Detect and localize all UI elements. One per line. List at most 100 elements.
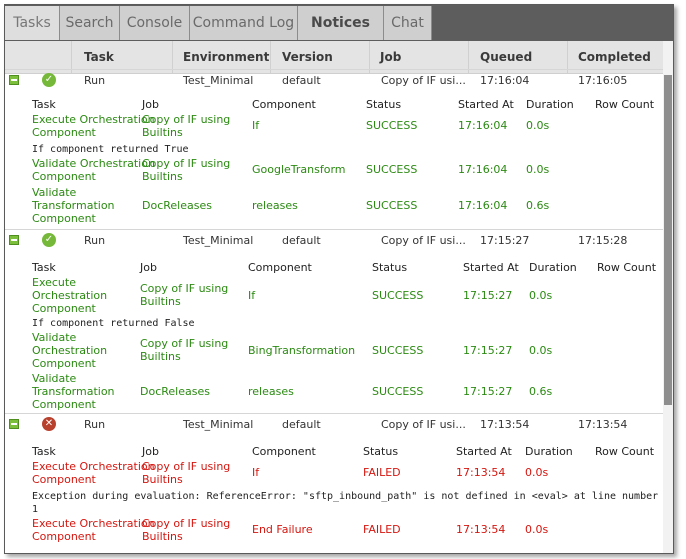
run-version: default (282, 234, 321, 247)
task-run: ✓ Run Test_Minimal default Copy of IF us… (5, 229, 663, 414)
sub-header-started: Started At (456, 445, 512, 458)
tab-search[interactable]: Search (60, 6, 120, 40)
sub-row-task: Component (32, 530, 96, 543)
sub-row-duration: 0.0s (526, 119, 550, 132)
sub-row-component: releases (252, 199, 298, 212)
message-text: Exception during evaluation: ReferenceEr… (32, 491, 659, 502)
run-message: Exception during evaluation: ReferenceEr… (5, 489, 663, 517)
sub-row-duration: 0.0s (525, 523, 549, 536)
column-header-completed[interactable]: Completed (578, 50, 651, 64)
vertical-scrollbar[interactable] (663, 41, 673, 553)
sub-row: Execute Orchestration Component Copy of … (5, 276, 663, 316)
column-header-job[interactable]: Job (380, 50, 401, 64)
collapse-icon[interactable] (9, 75, 19, 85)
sub-header-task: Task (32, 261, 56, 274)
sub-header-duration: Duration (526, 98, 574, 111)
tab-console[interactable]: Console (120, 6, 190, 40)
sub-header-job: Job (142, 98, 159, 111)
message-text: If component returned False (32, 318, 195, 329)
sub-header-component: Component (252, 98, 316, 111)
sub-row-duration: 0.0s (529, 289, 553, 302)
sub-row-started: 17:16:04 (458, 163, 508, 176)
sub-row-task: Transformation (32, 199, 115, 212)
sub-row-status: FAILED (363, 523, 401, 536)
run-environment: Test_Minimal (183, 418, 254, 431)
sub-row-status: SUCCESS (366, 119, 418, 132)
run-task: Run (84, 74, 106, 87)
run-queued: 17:13:54 (480, 418, 530, 431)
sub-header-job: Job (142, 445, 159, 458)
sub-row-status: SUCCESS (366, 163, 418, 176)
sub-header-row: Task Job Component Status Started At Dur… (5, 261, 663, 275)
sub-header-task: Task (32, 445, 56, 458)
error-icon: ✕ (42, 417, 56, 431)
sub-row-status: FAILED (363, 466, 401, 479)
sub-header-row-count: Row Count (595, 98, 655, 111)
tab-command-log[interactable]: Command Log (190, 6, 298, 40)
sub-row-task: Component (32, 302, 96, 315)
column-header-task[interactable]: Task (84, 50, 114, 64)
sub-row-task: Component (32, 170, 96, 183)
run-queued: 17:16:04 (480, 74, 530, 87)
sub-row-status: SUCCESS (366, 199, 418, 212)
tab-bar: Tasks Search Console Command Log Notices… (5, 5, 673, 65)
sub-header-duration: Duration (529, 261, 577, 274)
sub-header-component: Component (252, 445, 316, 458)
column-header-version[interactable]: Version (282, 50, 333, 64)
run-task: Run (84, 234, 106, 247)
column-header-queued[interactable]: Queued (480, 50, 532, 64)
sub-row: Execute Orchestration Component Copy of … (5, 460, 663, 488)
run-completed: 17:16:05 (578, 74, 628, 87)
run-completed: 17:13:54 (578, 418, 628, 431)
sub-row-component: If (248, 289, 256, 302)
sub-header-row: Task Job Component Status Started At Dur… (5, 98, 663, 112)
sub-row: Execute Orchestration Component Copy of … (5, 113, 663, 141)
column-header-environment[interactable]: Environment (183, 50, 269, 64)
sub-row-task: Execute Orchestration (32, 517, 155, 530)
task-run-row[interactable]: ✓ Run Test_Minimal default Copy of IF us… (5, 230, 663, 250)
collapse-icon[interactable] (9, 419, 19, 429)
sub-header-status: Status (366, 98, 402, 111)
sub-header-started: Started At (458, 98, 514, 111)
sub-header-row-count: Row Count (597, 261, 657, 274)
sub-row-started: 17:15:27 (463, 344, 513, 357)
sub-row-status: SUCCESS (372, 385, 424, 398)
run-version: default (282, 418, 321, 431)
sub-row-component: If (252, 119, 260, 132)
sub-row-job: Builtins (142, 126, 183, 139)
sub-row: Validate Transformation Component DocRel… (5, 372, 663, 412)
sub-row-job: Copy of IF using (142, 157, 231, 170)
sub-row-job: DocReleases (140, 385, 210, 398)
sub-row-task: Validate Orchestration (32, 157, 155, 170)
sub-row-started: 17:16:04 (458, 199, 508, 212)
tab-chat[interactable]: Chat (384, 6, 432, 40)
success-icon: ✓ (42, 73, 56, 87)
sub-header-row: Task Job Component Status Started At Dur… (5, 445, 663, 459)
task-run: ✓ Run Test_Minimal default Copy of IF us… (5, 69, 663, 230)
tab-notices[interactable]: Notices (1) (298, 6, 384, 65)
tab-tasks[interactable]: Tasks (5, 6, 60, 40)
sub-row-job: Copy of IF using (142, 113, 231, 126)
sub-row-job: Builtins (142, 170, 183, 183)
task-run-row[interactable]: ✓ Run Test_Minimal default Copy of IF us… (5, 70, 663, 90)
sub-row-task: Transformation (32, 385, 115, 398)
sub-row-status: SUCCESS (372, 289, 424, 302)
sub-row-started: 17:16:04 (458, 119, 508, 132)
sub-row-task: Component (32, 473, 96, 486)
sub-row-component: If (252, 466, 260, 479)
run-message: If component returned True (5, 142, 663, 156)
sub-row-job: Copy of IF using (140, 282, 229, 295)
message-text: If component returned True (32, 144, 189, 155)
sub-row-status: SUCCESS (372, 344, 424, 357)
sub-row-task: Validate (32, 331, 77, 344)
run-version: default (282, 74, 321, 87)
sub-row-job: Builtins (140, 295, 181, 308)
sub-row-job: Copy of IF using (142, 517, 231, 530)
sub-row-job: Builtins (140, 350, 181, 363)
sub-row-task: Execute Orchestration (32, 460, 155, 473)
collapse-icon[interactable] (9, 235, 19, 245)
sub-row-task: Orchestration (32, 289, 108, 302)
scrollbar-thumb[interactable] (664, 75, 672, 405)
run-job: Copy of IF usi... (381, 418, 466, 431)
task-run-row[interactable]: ✕ Run Test_Minimal default Copy of IF us… (5, 414, 663, 434)
